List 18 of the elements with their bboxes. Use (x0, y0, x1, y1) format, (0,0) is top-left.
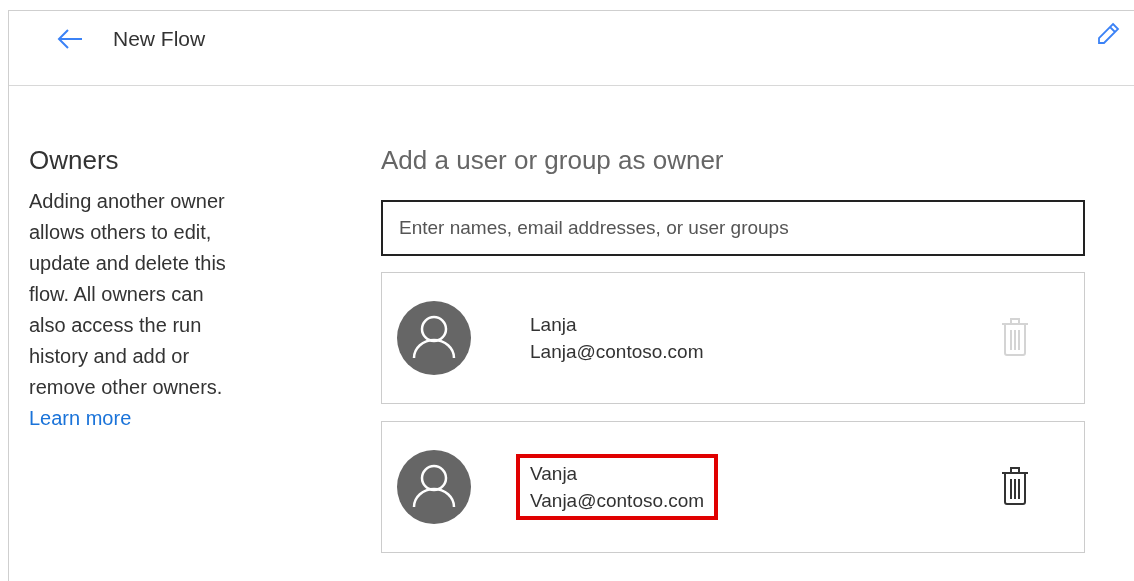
owner-email: Vanja@contoso.com (530, 489, 705, 513)
trash-icon (1000, 465, 1030, 506)
back-button[interactable] (57, 28, 83, 50)
avatar-icon (397, 301, 471, 375)
flow-title: New Flow (113, 26, 206, 53)
owner-email: Lanja@contoso.com (530, 340, 704, 364)
owner-search-field[interactable]: Enter names, email addresses, or user groups (381, 200, 1085, 256)
add-owner-heading: Add a user or group as owner (381, 144, 725, 177)
trash-icon (1000, 316, 1030, 357)
owner-name: Vanja (530, 462, 579, 486)
avatar-icon (397, 450, 471, 524)
learn-more-link[interactable]: Learn more (29, 407, 132, 429)
owner-name: Lanja (530, 313, 578, 337)
pencil-icon (1096, 22, 1120, 46)
owners-heading: Owners (29, 144, 120, 177)
owners-description: Adding another owner allows others to edit, update and delete this flow. All owners can also access the run history and add or remove other owners. (29, 189, 227, 400)
edit-button[interactable] (1096, 22, 1120, 46)
back-arrow-icon (57, 28, 83, 50)
